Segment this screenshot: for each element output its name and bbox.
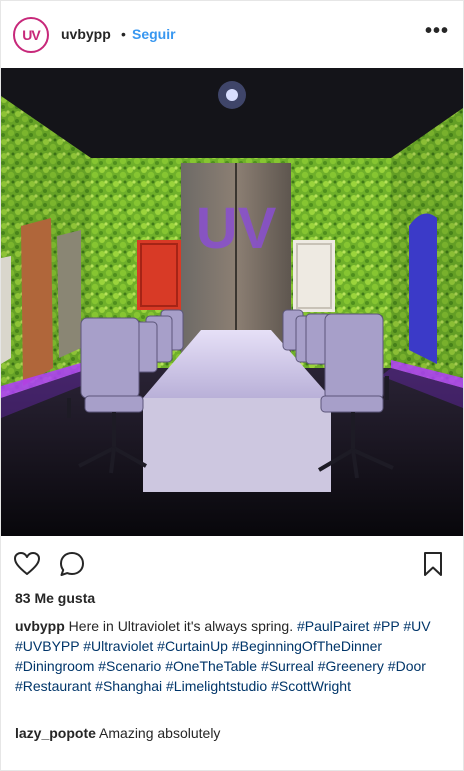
post-header: UV uvbypp • Seguir ••• [1, 1, 463, 68]
hashtag-link[interactable]: #PaulPairet [297, 618, 369, 634]
hashtag-link[interactable]: #Limelightstudio [166, 678, 267, 694]
hashtag-link[interactable]: #CurtainUp [157, 638, 228, 654]
comment-bubble-icon[interactable] [58, 550, 86, 578]
separator-dot: • [121, 26, 126, 42]
hashtag-link[interactable]: #Ultraviolet [83, 638, 153, 654]
hashtag-link[interactable]: #ScottWright [271, 678, 351, 694]
comment-text: Amazing absolutely [99, 725, 221, 741]
more-options-icon[interactable]: ••• [425, 21, 449, 41]
hashtag-link[interactable]: #UVBYPP [15, 638, 79, 654]
hashtag-link[interactable]: #BeginningOfTheDinner [232, 638, 382, 654]
hashtag-link[interactable]: #Shanghai [95, 678, 162, 694]
room-scene: UV [1, 68, 463, 536]
hashtag-link[interactable]: #PP [373, 618, 399, 634]
hashtag-link[interactable]: #Door [388, 658, 426, 674]
follow-button[interactable]: Seguir [132, 26, 176, 42]
post-caption: uvbypp Here in Ultraviolet it's always s… [15, 616, 455, 696]
hashtag-link[interactable]: #Restaurant [15, 678, 91, 694]
hashtag-link[interactable]: #Surreal [261, 658, 314, 674]
hashtag-link[interactable]: #Diningroom [15, 658, 94, 674]
comment-item: lazy_popote Amazing absolutely [15, 723, 220, 743]
avatar[interactable]: UV [13, 17, 49, 53]
hashtag-link[interactable]: #OneTheTable [165, 658, 257, 674]
post-actions [1, 546, 463, 582]
heart-icon[interactable] [13, 550, 41, 578]
hashtag-link[interactable]: #UV [403, 618, 430, 634]
avatar-logo: UV [22, 27, 40, 43]
comment-username[interactable]: lazy_popote [15, 725, 96, 741]
hashtag-link[interactable]: #Scenario [98, 658, 161, 674]
instagram-post: UV uvbypp • Seguir ••• UV 83 Me gusta uv… [0, 0, 464, 771]
bookmark-icon[interactable] [419, 550, 447, 578]
hashtag-link[interactable]: #Greenery [318, 658, 384, 674]
likes-count[interactable]: 83 Me gusta [15, 590, 95, 606]
caption-username[interactable]: uvbypp [15, 618, 65, 634]
wall-graffiti-text: UV [196, 196, 277, 261]
post-image[interactable]: UV [1, 68, 463, 536]
caption-text: Here in Ultraviolet it's always spring. [68, 618, 294, 634]
author-username[interactable]: uvbypp [61, 26, 111, 42]
